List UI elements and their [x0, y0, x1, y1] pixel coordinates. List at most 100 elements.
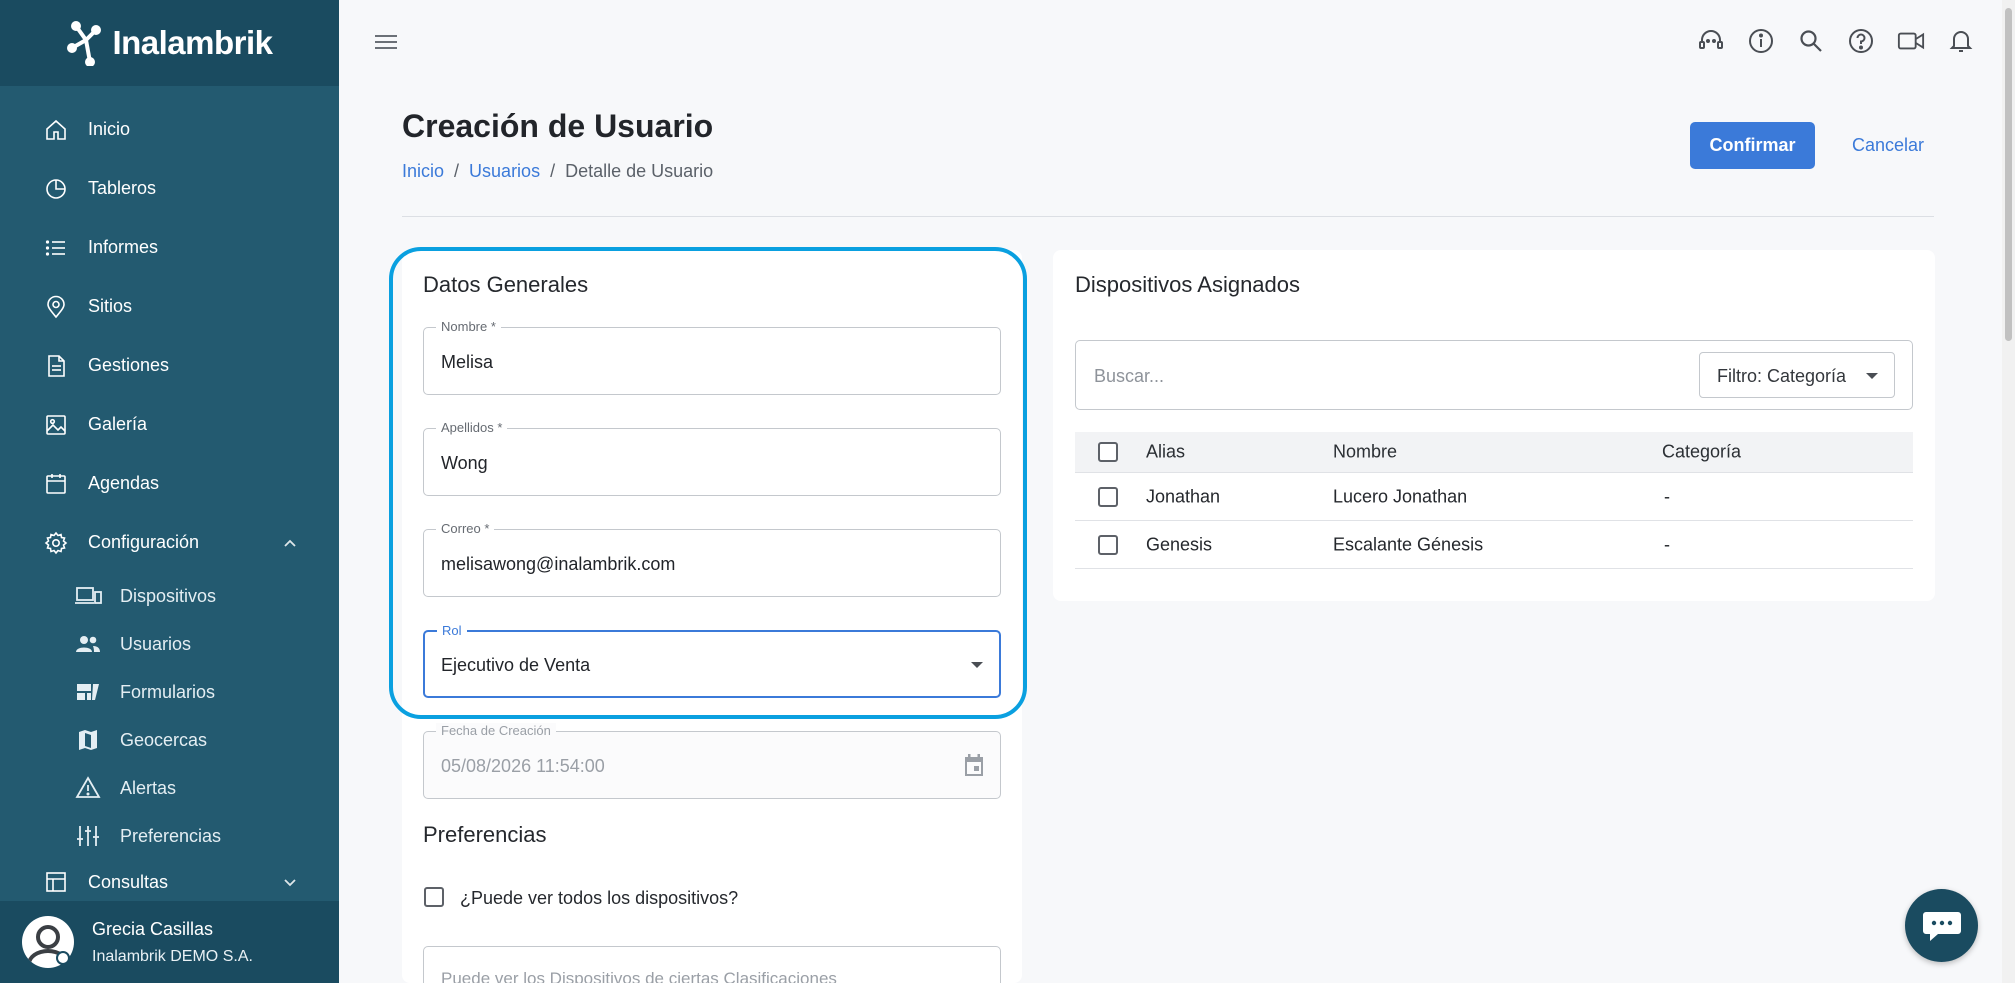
brand-mark-icon: [67, 21, 102, 66]
users-icon: [74, 631, 102, 657]
sidebar-subitem-preferencias[interactable]: Preferencias: [0, 812, 339, 860]
row-checkbox[interactable]: [1098, 486, 1118, 507]
devices-table: Alias Nombre Categoría Jonathan Lucero J…: [1075, 432, 1913, 569]
breadcrumb-usuarios[interactable]: Usuarios: [469, 161, 540, 181]
field-value: 05/08/2026 11:54:00: [441, 756, 605, 776]
document-icon: [42, 352, 70, 380]
chevron-up-icon[interactable]: [283, 532, 297, 553]
table-row[interactable]: Jonathan Lucero Jonathan -: [1075, 473, 1913, 521]
chat-icon: [1922, 911, 1961, 941]
sidebar-subitem-label: Formularios: [120, 681, 216, 702]
field-value: melisawong@inalambrik.com: [441, 554, 676, 574]
sidebar-item-gestiones[interactable]: Gestiones: [0, 336, 339, 395]
field-value: Ejecutivo de Venta: [441, 655, 591, 675]
warning-icon: [74, 775, 102, 801]
home-icon: [42, 116, 70, 144]
calendar-icon[interactable]: [962, 752, 986, 783]
sidebar-subitem-usuarios[interactable]: Usuarios: [0, 620, 339, 668]
sidebar-item-consultas[interactable]: Consultas: [0, 860, 339, 904]
sidebar-item-label: Tableros: [88, 178, 157, 198]
email-field[interactable]: Correo * melisawong@inalambrik.com: [423, 521, 1001, 597]
apellidos-field[interactable]: Apellidos * Wong: [423, 420, 1001, 496]
field-value: Wong: [441, 453, 488, 473]
creation-date-field: Fecha de Creación 05/08/2026 11:54:00: [423, 723, 1001, 799]
image-icon: [42, 411, 70, 439]
dropdown-caret-icon: [971, 662, 983, 668]
chat-support-button[interactable]: [1905, 889, 1978, 962]
devices-icon: [74, 583, 102, 609]
view-all-devices-checkbox[interactable]: [424, 887, 444, 907]
sidebar-subitem-label: Alertas: [120, 777, 177, 798]
sidebar-subitem-label: Geocercas: [120, 729, 208, 750]
cell-categoria: -: [1664, 534, 1670, 554]
help-icon[interactable]: [1847, 27, 1875, 55]
breadcrumb-inicio[interactable]: Inicio: [402, 161, 444, 181]
filter-label: Filtro: Categoría: [1717, 366, 1847, 386]
sidebar-subitem-geocercas[interactable]: Geocercas: [0, 716, 339, 764]
sidebar-item-inicio[interactable]: Inicio: [0, 100, 339, 159]
select-all-checkbox[interactable]: [1098, 442, 1118, 462]
cell-nombre: Lucero Jonathan: [1333, 486, 1468, 506]
top-bar: [339, 0, 2015, 86]
forms-icon: [74, 679, 102, 705]
confirm-button[interactable]: Confirmar: [1690, 122, 1815, 169]
brand-logo[interactable]: Inalambrik: [66, 20, 273, 66]
chevron-down-icon[interactable]: [283, 872, 297, 893]
cell-alias: Jonathan: [1146, 486, 1221, 506]
sidebar-subitem-label: Preferencias: [120, 825, 222, 846]
info-icon[interactable]: [1747, 27, 1775, 55]
user-name: Grecia Casillas: [92, 918, 214, 939]
user-profile[interactable]: Grecia Casillas Inalambrik DEMO S.A.: [0, 901, 339, 983]
sidebar-item-label: Sitios: [88, 296, 133, 316]
pie-chart-icon: [42, 175, 70, 203]
cell-categoria: -: [1664, 486, 1670, 506]
category-filter-select[interactable]: Filtro: Categoría: [1699, 352, 1895, 398]
sidebar-item-label: Configuración: [88, 532, 200, 552]
bell-icon[interactable]: [1947, 27, 1975, 55]
sidebar-subitem-label: Usuarios: [120, 633, 192, 654]
view-all-devices-label: ¿Puede ver todos los dispositivos?: [460, 888, 739, 908]
support-agent-icon[interactable]: [1697, 27, 1725, 55]
column-header-categoria[interactable]: Categoría: [1662, 442, 1741, 463]
device-search-input[interactable]: Buscar... Filtro: Categoría: [1075, 340, 1913, 410]
sidebar-item-galeria[interactable]: Galería: [0, 395, 339, 454]
sidebar-item-agendas[interactable]: Agendas: [0, 454, 339, 513]
scrollbar-thumb[interactable]: [2005, 8, 2012, 341]
field-label: Nombre *: [436, 319, 501, 334]
sidebar-item-tableros[interactable]: Tableros: [0, 159, 339, 218]
sidebar-item-configuracion[interactable]: Configuración: [0, 513, 339, 572]
row-checkbox[interactable]: [1098, 534, 1118, 555]
section-title-devices: Dispositivos Asignados: [1075, 272, 1301, 297]
sliders-icon: [74, 823, 102, 849]
field-label: Correo *: [436, 521, 495, 536]
column-header-nombre[interactable]: Nombre: [1333, 442, 1397, 463]
sidebar-subitem-dispositivos[interactable]: Dispositivos: [0, 572, 339, 620]
map-pin-icon: [42, 293, 70, 321]
breadcrumb-current: Detalle de Usuario: [565, 161, 714, 181]
breadcrumb-separator: /: [454, 161, 460, 181]
sidebar-subitem-formularios[interactable]: Formularios: [0, 668, 339, 716]
nombre-field[interactable]: Nombre * Melisa: [423, 319, 1001, 395]
sidebar-subitem-alertas[interactable]: Alertas: [0, 764, 339, 812]
menu-icon[interactable]: [374, 32, 398, 57]
field-label: Apellidos *: [436, 420, 508, 435]
field-value: Melisa: [441, 352, 494, 372]
role-select[interactable]: Rol Ejecutivo de Venta: [423, 623, 1001, 698]
field-label: Fecha de Creación: [436, 723, 556, 738]
user-org: Inalambrik DEMO S.A.: [92, 947, 253, 965]
sidebar-item-sitios[interactable]: Sitios: [0, 277, 339, 336]
section-title-general: Datos Generales: [423, 272, 589, 297]
video-call-icon[interactable]: [1897, 27, 1925, 55]
brand-name: Inalambrik: [112, 24, 273, 61]
search-icon[interactable]: [1797, 27, 1825, 55]
sidebar-item-label: Galería: [88, 414, 148, 434]
table-row[interactable]: Genesis Escalante Génesis -: [1075, 521, 1913, 569]
classifications-field[interactable]: Puede ver los Dispositivos de ciertas Cl…: [423, 946, 1001, 983]
sidebar-item-informes[interactable]: Informes: [0, 218, 339, 277]
sidebar-item-label: Consultas: [88, 871, 169, 892]
cell-nombre: Escalante Génesis: [1333, 534, 1484, 554]
search-placeholder: Buscar...: [1094, 366, 1165, 386]
page-scrollbar[interactable]: [2002, 0, 2015, 983]
cancel-button[interactable]: Cancelar: [1838, 122, 1938, 169]
column-header-alias[interactable]: Alias: [1146, 442, 1185, 463]
